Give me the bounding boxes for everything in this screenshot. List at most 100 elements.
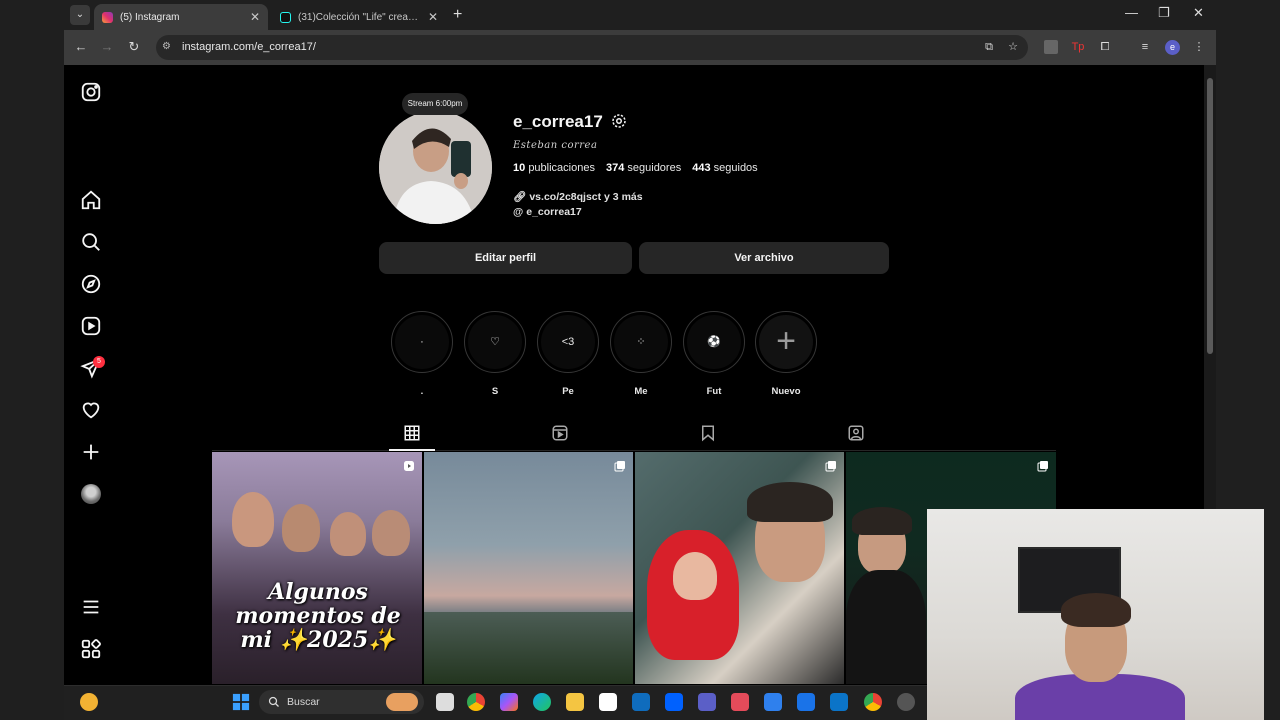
extensions-puzzle-icon[interactable]: ⧠ xyxy=(1098,40,1112,54)
instagram-logo-icon[interactable] xyxy=(80,81,102,103)
carousel-icon xyxy=(825,459,837,472)
highlight-item[interactable]: ♡ S xyxy=(463,311,527,397)
browser-menu-icon[interactable]: ⋮ xyxy=(1192,40,1206,54)
back-icon[interactable]: ← xyxy=(72,38,90,56)
highlight-item[interactable]: ⚽ Fut xyxy=(682,311,746,397)
search-icon[interactable] xyxy=(80,231,102,253)
teams-icon[interactable] xyxy=(698,693,716,711)
task-view-icon[interactable] xyxy=(436,693,454,711)
close-tab-icon[interactable]: ✕ xyxy=(250,10,260,24)
app-icon[interactable] xyxy=(731,693,749,711)
browser-profile-avatar[interactable]: e xyxy=(1165,40,1180,55)
dropbox-icon[interactable] xyxy=(665,693,683,711)
highlight-ring: <3 xyxy=(537,311,599,373)
home-icon[interactable] xyxy=(80,189,102,211)
also-from-meta-icon[interactable] xyxy=(80,638,102,660)
profile-picture[interactable] xyxy=(379,111,492,224)
outlook-icon[interactable] xyxy=(632,693,650,711)
url-text[interactable]: instagram.com/e_correa17/ xyxy=(182,41,316,53)
post-thumbnail[interactable] xyxy=(635,452,844,684)
install-app-icon[interactable]: ⧉ xyxy=(982,40,996,54)
view-archive-button[interactable]: Ver archivo xyxy=(639,242,889,274)
threads-badge[interactable]: @ e_correa17 xyxy=(513,206,582,218)
highlight-item[interactable]: <3 Pe xyxy=(536,311,600,397)
reel-icon xyxy=(403,459,415,471)
profile-link-text[interactable]: vs.co/2c8qjsct y 3 más xyxy=(529,191,642,203)
highlight-ring: ⚽ xyxy=(683,311,745,373)
photo-hair xyxy=(852,507,912,535)
messages-badge: 5 xyxy=(93,356,105,368)
extension-icon[interactable] xyxy=(1044,40,1058,54)
app-icon[interactable] xyxy=(830,693,848,711)
highlight-item[interactable]: · . xyxy=(390,311,454,397)
more-menu-icon[interactable] xyxy=(80,596,102,618)
followers-stat[interactable]: 374 seguidores xyxy=(606,162,681,174)
taskbar-search-placeholder[interactable]: Buscar xyxy=(287,696,320,708)
chrome-icon[interactable] xyxy=(467,693,485,711)
notifications-heart-icon[interactable] xyxy=(80,399,102,421)
tab-tiktok[interactable]: (31)Colección "Life" creada por ✕ xyxy=(272,4,446,30)
tabs-divider xyxy=(212,450,1056,451)
app-icon[interactable] xyxy=(797,693,815,711)
edit-profile-button[interactable]: Editar perfil xyxy=(379,242,632,274)
restore-button[interactable]: ❐ xyxy=(1158,5,1170,21)
reload-icon[interactable]: ↻ xyxy=(125,38,143,56)
following-stat[interactable]: 443 seguidos xyxy=(692,162,757,174)
photo-person xyxy=(330,512,366,556)
chrome-active-icon[interactable] xyxy=(864,693,882,711)
explore-compass-icon[interactable] xyxy=(80,273,102,295)
posts-stat: 10 publicaciones xyxy=(513,162,595,174)
scrollbar-thumb[interactable] xyxy=(1207,78,1213,354)
photo-person xyxy=(232,492,274,547)
close-tab-icon[interactable]: ✕ xyxy=(428,10,438,24)
media-control-icon[interactable]: ≡ xyxy=(1138,40,1152,54)
photo-person xyxy=(372,510,410,556)
tab-tagged-icon[interactable] xyxy=(847,424,865,442)
minimize-button[interactable]: — xyxy=(1125,5,1138,20)
edge-icon[interactable] xyxy=(533,693,551,711)
threads-handle[interactable]: e_correa17 xyxy=(526,206,581,218)
reels-icon[interactable] xyxy=(80,315,102,337)
tab-saved-bookmark-icon[interactable] xyxy=(699,424,717,442)
highlight-label: Nuevo xyxy=(771,386,801,397)
active-tab-indicator xyxy=(389,449,435,451)
forward-icon[interactable]: → xyxy=(98,38,116,56)
bookmark-star-icon[interactable]: ☆ xyxy=(1006,40,1020,54)
highlight-label: Pe xyxy=(562,386,574,397)
file-explorer-icon[interactable] xyxy=(566,693,584,711)
post-thumbnail[interactable] xyxy=(424,452,633,684)
microsoft-store-icon[interactable] xyxy=(599,693,617,711)
highlight-item[interactable]: ⁘ Me xyxy=(609,311,673,397)
copilot-icon[interactable] xyxy=(500,693,518,711)
search-highlight-icon xyxy=(386,693,418,711)
tab-instagram[interactable]: (5) Instagram ✕ xyxy=(94,4,268,30)
highlight-ring: + xyxy=(755,311,817,373)
create-plus-icon[interactable] xyxy=(80,441,102,463)
profile-username: e_correa17 xyxy=(513,112,603,131)
instagram-favicon-icon xyxy=(102,11,113,23)
post-thumbnail[interactable]: Algunos momentos de mi ✨2025✨ xyxy=(212,452,422,684)
app-icon[interactable] xyxy=(897,693,915,711)
new-highlight-button[interactable]: + Nuevo xyxy=(754,311,818,397)
carousel-icon xyxy=(1037,459,1049,472)
tab-search-button[interactable]: ⌄ xyxy=(70,5,90,25)
photo-baby-face xyxy=(673,552,717,600)
close-window-button[interactable]: ✕ xyxy=(1193,5,1204,21)
post-caption-overlay: Algunos momentos de mi ✨2025✨ xyxy=(235,579,401,653)
tab-reels-icon[interactable] xyxy=(551,424,569,442)
photo-person xyxy=(282,504,320,552)
tab-posts-grid-icon[interactable] xyxy=(403,424,421,442)
settings-gear-icon[interactable] xyxy=(610,112,628,130)
window-left-edge xyxy=(0,0,64,30)
webcam-hair xyxy=(1061,593,1131,627)
profile-avatar-nav[interactable] xyxy=(81,484,101,504)
site-info-icon[interactable]: ⚙ xyxy=(162,41,174,53)
profile-note-bubble[interactable]: Stream 6:00pm xyxy=(402,93,468,115)
weather-widget-icon[interactable] xyxy=(80,693,98,711)
highlight-label: . xyxy=(420,386,424,397)
extension-tp-icon[interactable]: Tp xyxy=(1071,40,1085,54)
new-tab-button[interactable]: + xyxy=(453,6,462,24)
profile-links[interactable]: 🔗︎ vs.co/2c8qjsct y 3 más xyxy=(513,190,643,204)
vscode-icon[interactable] xyxy=(764,693,782,711)
windows-start-icon[interactable] xyxy=(232,693,250,711)
